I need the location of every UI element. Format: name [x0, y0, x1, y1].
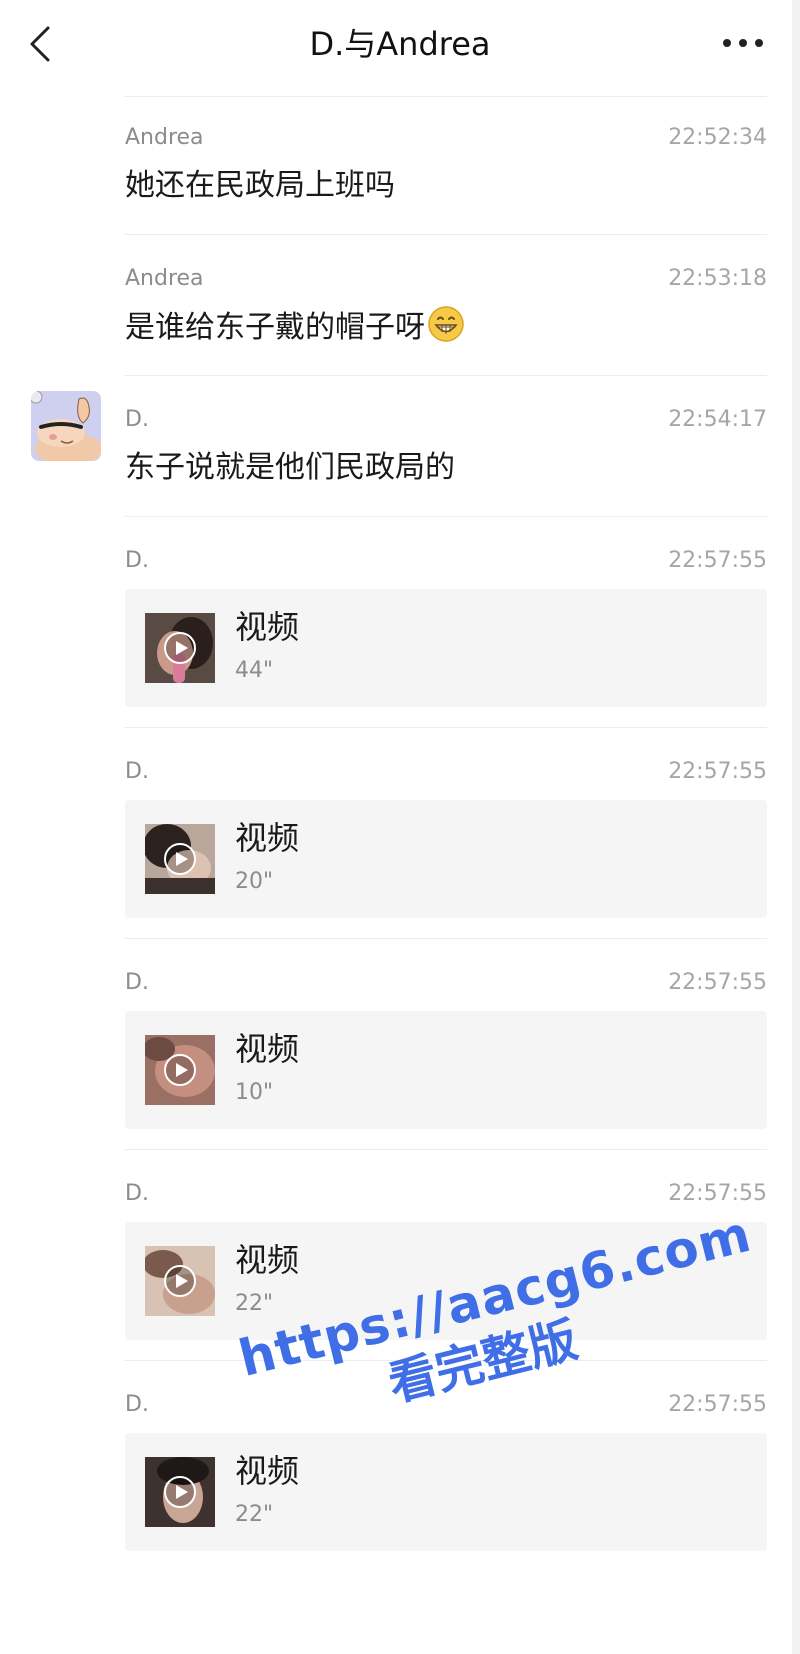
- video-card[interactable]: 视频 22": [125, 1222, 767, 1340]
- divider: [125, 234, 767, 235]
- chat-message[interactable]: Andrea 22:53:18 是谁给东子戴的帽子呀: [0, 265, 792, 385]
- more-dots-icon: [723, 39, 763, 47]
- cartoon-avatar-icon: [31, 391, 101, 461]
- message-text: 东子说就是他们民政局的: [125, 450, 455, 485]
- play-icon: [145, 1035, 215, 1105]
- video-card[interactable]: 视频 20": [125, 800, 767, 918]
- video-thumbnail: [145, 824, 215, 894]
- grin-emoji-icon: [428, 306, 464, 342]
- video-label: 视频: [235, 819, 300, 857]
- video-duration: 22": [235, 1502, 274, 1527]
- video-label: 视频: [235, 1241, 300, 1279]
- message-time: 22:57:55: [668, 970, 767, 995]
- scroll-edge: [792, 0, 800, 1654]
- message-sender: Andrea: [125, 125, 204, 150]
- video-card[interactable]: 视频 44": [125, 589, 767, 707]
- divider: [125, 516, 767, 517]
- video-duration: 10": [235, 1080, 274, 1105]
- chat-message: D. 22:57:55 视频 22": [0, 1391, 792, 1581]
- more-button[interactable]: [718, 26, 768, 60]
- video-duration: 44": [235, 658, 274, 683]
- divider: [125, 938, 767, 939]
- play-icon: [145, 1246, 215, 1316]
- video-duration: 22": [235, 1291, 274, 1316]
- page-title: D.与Andrea: [309, 25, 491, 63]
- video-thumbnail: [145, 1457, 215, 1527]
- message-time: 22:54:17: [668, 407, 767, 432]
- message-text: 是谁给东子戴的帽子呀: [125, 310, 425, 345]
- avatar[interactable]: [31, 391, 101, 461]
- video-thumbnail: [145, 1035, 215, 1105]
- divider: [125, 727, 767, 728]
- video-thumbnail: [145, 613, 215, 683]
- message-sender: D.: [125, 1181, 149, 1206]
- message-sender: D.: [125, 407, 149, 432]
- message-time: 22:57:55: [668, 548, 767, 573]
- video-card[interactable]: 视频 10": [125, 1011, 767, 1129]
- divider: [125, 96, 767, 97]
- chat-message: D. 22:57:55 视频 10": [0, 969, 792, 1159]
- nav-bar: D.与Andrea: [0, 0, 800, 90]
- message-sender: Andrea: [125, 266, 204, 291]
- message-sender: D.: [125, 970, 149, 995]
- message-text-row: 是谁给东子戴的帽子呀: [125, 305, 465, 350]
- play-icon: [145, 613, 215, 683]
- video-label: 视频: [235, 1030, 300, 1068]
- message-sender: D.: [125, 1392, 149, 1417]
- play-icon: [145, 1457, 215, 1527]
- message-time: 22:57:55: [668, 1181, 767, 1206]
- chat-message: D. 22:57:55 视频 20": [0, 758, 792, 948]
- chat-message: D. 22:57:55 视频 44": [0, 547, 792, 737]
- video-label: 视频: [235, 1452, 300, 1490]
- chat-message[interactable]: D. 22:54:17 东子说就是他们民政局的: [0, 391, 792, 526]
- message-time: 22:57:55: [668, 759, 767, 784]
- video-thumbnail: [145, 1246, 215, 1316]
- divider: [125, 1149, 767, 1150]
- divider: [125, 1360, 767, 1361]
- message-time: 22:53:18: [668, 266, 767, 291]
- message-sender: D.: [125, 759, 149, 784]
- play-icon: [145, 824, 215, 894]
- message-sender: D.: [125, 548, 149, 573]
- message-text: 她还在民政局上班吗: [125, 168, 395, 203]
- chat-message[interactable]: Andrea 22:52:34 她还在民政局上班吗: [0, 124, 792, 244]
- video-duration: 20": [235, 869, 274, 894]
- video-card[interactable]: 视频 22": [125, 1433, 767, 1551]
- message-time: 22:57:55: [668, 1392, 767, 1417]
- message-time: 22:52:34: [668, 125, 767, 150]
- video-label: 视频: [235, 608, 300, 646]
- chat-message: D. 22:57:55 视频 22": [0, 1180, 792, 1370]
- divider: [125, 375, 767, 376]
